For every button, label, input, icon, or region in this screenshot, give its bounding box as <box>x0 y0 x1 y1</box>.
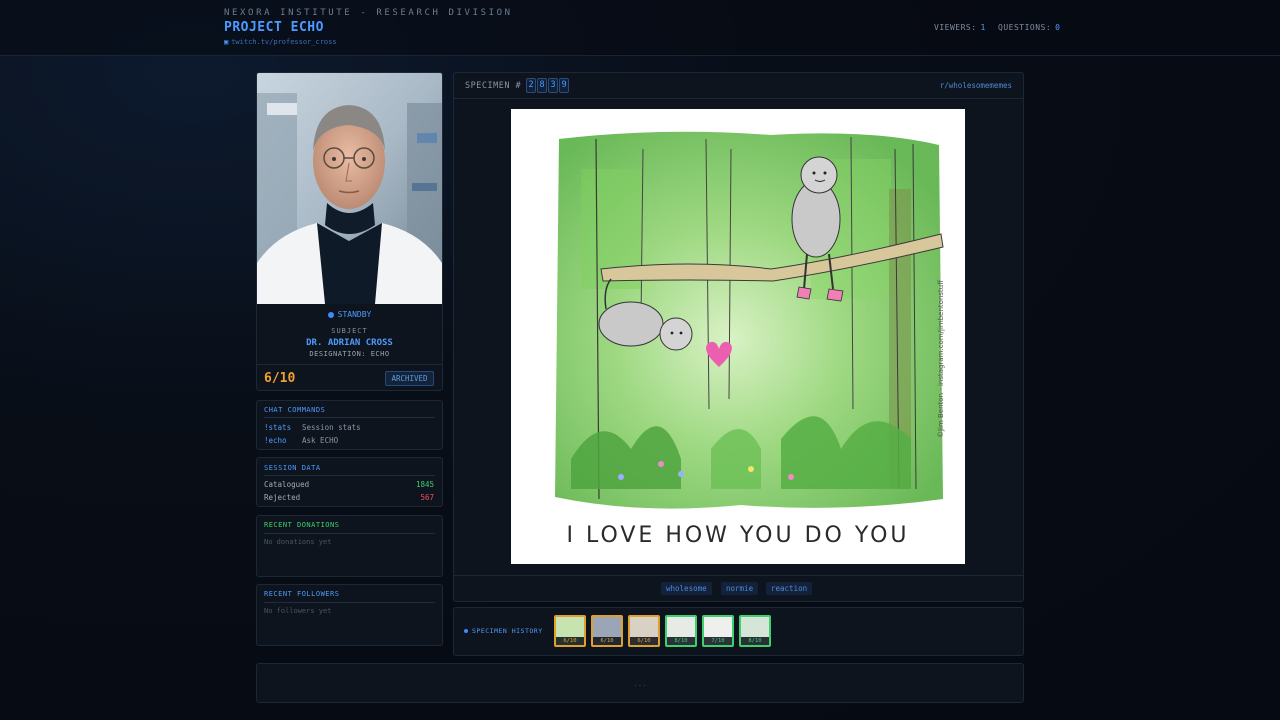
history-thumbnail-score: 6/10 <box>556 637 584 645</box>
tag-normie[interactable]: normie <box>721 582 759 595</box>
panel-rule <box>264 417 435 418</box>
tag-reaction[interactable]: reaction <box>766 582 813 595</box>
command-echo: !echo <box>264 436 287 445</box>
status-indicator: STANDBY <box>257 310 442 319</box>
history-label-text: SPECIMEN HISTORY <box>472 627 543 635</box>
project-title: PROJECT ECHO <box>224 20 324 35</box>
specimen-rule <box>454 98 1023 99</box>
specimen-history-label: SPECIMEN HISTORY <box>464 627 543 635</box>
specimen-digit: 8 <box>537 78 547 93</box>
viewers-count: 1 <box>980 23 986 32</box>
history-thumbnail[interactable]: 7/10 <box>702 615 734 647</box>
tag-wholesome[interactable]: wholesome <box>661 582 712 595</box>
history-thumbnail-score: 7/10 <box>704 637 732 645</box>
rejected-value: 567 <box>420 493 434 502</box>
specimen-label: SPECIMEN # <box>465 81 522 91</box>
specimen-meme-image: I LOVE HOW YOU DO YOU ©Jim Benton - inst… <box>511 109 965 564</box>
channel-url: twitch.tv/professor_cross <box>231 38 337 46</box>
history-thumbnail[interactable]: 8/10 <box>739 615 771 647</box>
catalogued-label: Catalogued <box>264 480 310 489</box>
questions-label: QUESTIONS: <box>998 23 1052 32</box>
footer-placeholder: ... <box>633 680 647 688</box>
meme-credit: ©Jim Benton - instagram.com/jimbentonstu… <box>937 280 945 438</box>
history-thumbnail-score: 6/10 <box>593 637 621 645</box>
channel-link[interactable]: ▣ twitch.tv/professor_cross <box>224 38 337 46</box>
subject-designation: DESIGNATION: ECHO <box>309 350 390 358</box>
command-echo-desc: Ask ECHO <box>302 436 339 445</box>
meme-caption: I LOVE HOW YOU DO YOU <box>567 523 910 548</box>
org-name: NEXORA INSTITUTE - RESEARCH DIVISION <box>224 8 513 18</box>
panel-rule <box>264 475 435 476</box>
subject-score: 6/10 <box>264 371 296 386</box>
archived-badge: ARCHIVED <box>385 371 434 386</box>
panel-rule <box>264 602 435 603</box>
rejected-label: Rejected <box>264 493 301 502</box>
donations-empty: No donations yet <box>264 538 332 546</box>
specimen-digit: 2 <box>526 78 536 93</box>
viewers-label: VIEWERS: <box>934 23 977 32</box>
command-stats: !stats <box>264 423 292 432</box>
status-dot-icon <box>327 311 334 318</box>
card-divider <box>257 364 442 365</box>
top-bar <box>0 0 1280 56</box>
status-text: STANDBY <box>337 310 372 319</box>
session-data-title: SESSION DATA <box>264 464 321 472</box>
recent-followers-title: RECENT FOLLOWERS <box>264 590 340 598</box>
history-thumbnail-score: 6/10 <box>630 637 658 645</box>
twitch-icon: ▣ <box>224 38 229 46</box>
specimen-digit: 9 <box>559 78 569 93</box>
recent-donations-title: RECENT DONATIONS <box>264 521 340 529</box>
command-stats-desc: Session stats <box>302 423 361 432</box>
history-thumbnail[interactable]: 6/10 <box>554 615 586 647</box>
history-thumbnail[interactable]: 6/10 <box>628 615 660 647</box>
history-thumbnail[interactable]: 6/10 <box>591 615 623 647</box>
chat-commands-title: CHAT COMMANDS <box>264 406 326 414</box>
history-thumbnail[interactable]: 8/10 <box>665 615 697 647</box>
panel-rule <box>264 533 435 534</box>
specimen-digit: 3 <box>548 78 558 93</box>
subject-photo <box>257 73 442 304</box>
history-thumbnail-score: 8/10 <box>741 637 769 645</box>
questions-count: 0 <box>1055 23 1061 32</box>
questions-stat: QUESTIONS: 0 <box>998 23 1061 32</box>
viewers-stat: VIEWERS: 1 <box>934 23 986 32</box>
history-thumbnail-score: 8/10 <box>667 637 695 645</box>
followers-empty: No followers yet <box>264 607 332 615</box>
catalogued-value: 1845 <box>415 480 434 489</box>
subreddit-link[interactable]: r/wholesomememes <box>900 81 1012 90</box>
tag-rule <box>454 575 1023 576</box>
subject-name: DR. ADRIAN CROSS <box>306 338 393 348</box>
history-dot-icon <box>464 629 468 633</box>
subject-label: SUBJECT <box>331 327 368 335</box>
